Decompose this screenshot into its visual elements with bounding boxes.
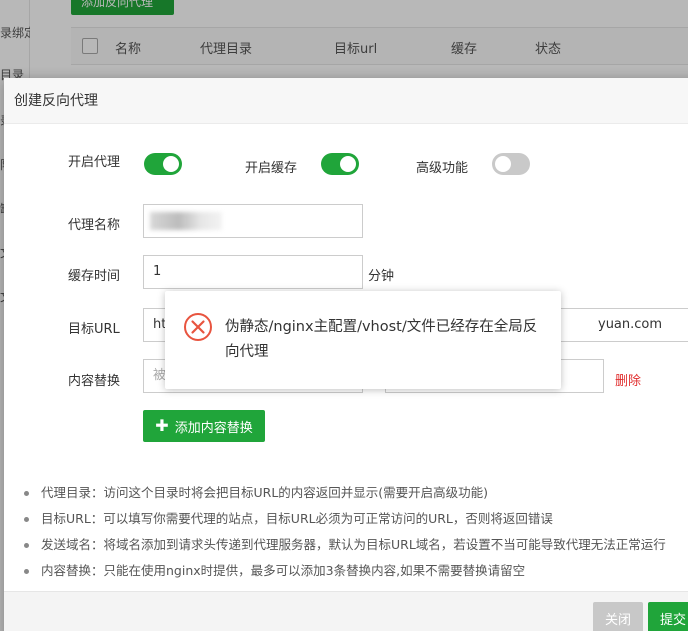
- advanced-features-toggle[interactable]: [492, 153, 530, 175]
- submit-button[interactable]: 提交: [648, 602, 688, 631]
- enable-cache-label: 开启缓存: [245, 161, 298, 176]
- close-button[interactable]: 关闭: [593, 602, 643, 631]
- enable-proxy-toggle[interactable]: [144, 153, 182, 175]
- help-note: 发送域名：将域名添加到请求头传递到代理服务器，默认为目标URL域名，若设置不当可…: [20, 536, 666, 562]
- cache-time-input[interactable]: 1: [143, 255, 363, 289]
- enable-proxy-label: 开启代理: [68, 155, 121, 170]
- dialog-footer: 关闭 提交: [4, 591, 688, 631]
- content-replace-label: 内容替换: [68, 374, 121, 389]
- error-circle-x-icon: [184, 313, 212, 341]
- help-notes: 代理目录：访问这个目录时将会把目标URL的内容返回并显示(需要开启高级功能) 目…: [20, 484, 666, 588]
- proxy-name-input[interactable]: [143, 204, 363, 238]
- toast-message: 伪静态/nginx主配置/vhost/文件已经存在全局反向代理: [225, 319, 538, 360]
- delete-replace-link[interactable]: 删除: [615, 370, 641, 389]
- cache-time-label: 缓存时间: [68, 269, 121, 284]
- plus-icon: ✚: [155, 416, 169, 435]
- enable-cache-toggle[interactable]: [321, 153, 359, 175]
- help-note: 目标URL：可以填写你需要代理的站点，目标URL必须为可正常访问的URL，否则将…: [20, 510, 666, 536]
- redacted-name: [150, 212, 222, 230]
- target-url-label: 目标URL: [68, 322, 120, 337]
- help-note: 内容替换：只能在使用nginx时提供，最多可以添加3条替换内容,如果不需要替换请…: [20, 562, 666, 588]
- cache-time-unit: 分钟: [368, 269, 395, 284]
- add-content-replace-button[interactable]: ✚ 添加内容替换: [143, 410, 265, 442]
- proxy-name-label: 代理名称: [68, 218, 121, 233]
- advanced-features-label: 高级功能: [416, 161, 469, 176]
- dialog-title: 创建反向代理: [4, 78, 688, 124]
- add-content-replace-label: 添加内容替换: [174, 420, 253, 436]
- error-toast: 伪静态/nginx主配置/vhost/文件已经存在全局反向代理: [165, 291, 561, 389]
- help-note: 代理目录：访问这个目录时将会把目标URL的内容返回并显示(需要开启高级功能): [20, 484, 666, 510]
